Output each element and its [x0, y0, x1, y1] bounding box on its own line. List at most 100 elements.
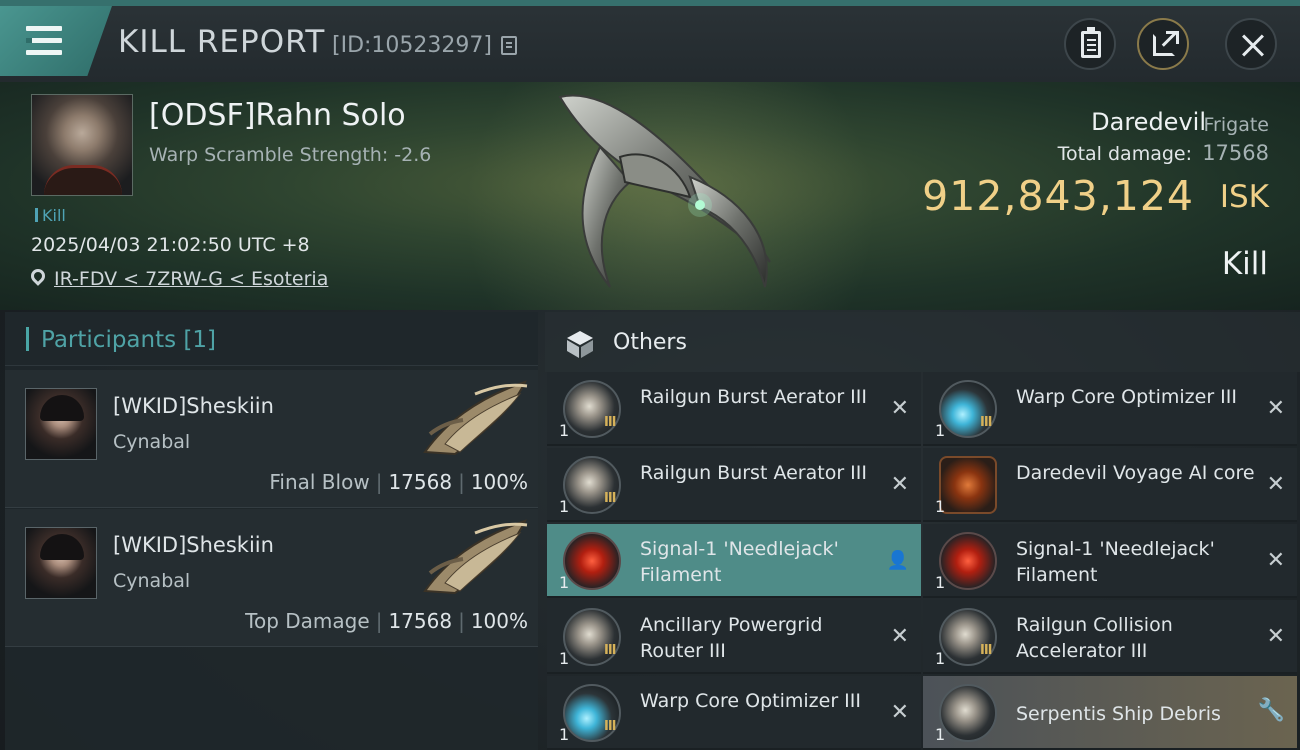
destroyed-icon: ✕ [1266, 624, 1285, 649]
kill-datetime: 2025/04/03 21:02:50 UTC +8 [31, 234, 310, 256]
item-card[interactable]: 1 III Railgun Burst Aerator III ✕ [547, 448, 921, 522]
warp-scramble-strength: Warp Scramble Strength: -2.6 [149, 144, 432, 166]
item-quantity: 1 [935, 421, 946, 440]
others-header: Others [545, 312, 1300, 372]
pilot-portrait[interactable] [25, 388, 97, 460]
item-meta-level: III [980, 643, 992, 658]
item-card[interactable]: 1 III Warp Core Optimizer III ✕ [547, 676, 921, 750]
item-name: Railgun Collision Accelerator III [1016, 614, 1173, 662]
item-quantity: 1 [559, 649, 570, 668]
kill-result: Kill [1221, 246, 1268, 282]
header-bar: KILL REPORT [ID:10523297] [0, 0, 1300, 82]
victim-name[interactable]: [ODSF]Rahn Solo [149, 98, 406, 133]
pilot-damage: 17568 [388, 470, 453, 494]
participant-row[interactable]: [WKID]Sheskiin Cynabal Top Damage | 17568 |… [5, 509, 538, 647]
item-quantity: 1 [935, 497, 946, 516]
copy-icon[interactable] [501, 36, 517, 55]
pilot-percent: 100% [470, 609, 528, 633]
item-name: Signal-1 'Needlejack' Filament [1016, 538, 1215, 586]
pilot-ship-name: Cynabal [113, 431, 191, 453]
item-card-highlighted[interactable]: 1 Signal-1 'Needlejack' Filament 👤 [547, 524, 921, 598]
pilot-percent: 100% [470, 470, 528, 494]
total-damage-value: 17568 [1202, 141, 1269, 165]
item-name: Railgun Burst Aerator III [640, 462, 867, 484]
destroyed-icon: ✕ [890, 624, 909, 649]
destroyed-icon: ✕ [890, 396, 909, 421]
item-quantity: 1 [559, 421, 570, 440]
item-quantity: 1 [935, 649, 946, 668]
clipboard-button[interactable] [1064, 18, 1116, 70]
pilot-ship-image[interactable] [415, 513, 533, 599]
destroyed-icon: ✕ [1266, 548, 1285, 573]
item-meta-level: III [980, 415, 992, 430]
item-meta-level: III [604, 719, 616, 734]
item-name: Ancillary Powergrid Router III [640, 614, 823, 662]
close-button[interactable] [1225, 18, 1277, 70]
item-name: Signal-1 'Needlejack' Filament [640, 538, 839, 586]
item-card[interactable]: 1 III Warp Core Optimizer III ✕ [923, 372, 1297, 446]
header-accent-line [0, 0, 1300, 6]
item-name: Serpentis Ship Debris [1016, 703, 1221, 725]
share-button[interactable] [1137, 18, 1189, 70]
victim-portrait[interactable] [31, 94, 133, 196]
item-card[interactable]: 1 III Railgun Burst Aerator III ✕ [547, 372, 921, 446]
item-card-salvage[interactable]: 1 Serpentis Ship Debris 🔧 [923, 676, 1297, 750]
item-quantity: 1 [559, 573, 570, 592]
pilot-name: [WKID]Sheskiin [113, 533, 274, 557]
victim-ship-name[interactable]: Daredevil [1091, 108, 1206, 136]
victim-ship-image[interactable] [540, 87, 800, 302]
item-quantity: 1 [559, 725, 570, 744]
participant-row[interactable]: [WKID]Sheskiin Cynabal Final Blow | 17568 |… [5, 370, 538, 508]
item-name: Railgun Burst Aerator III [640, 386, 867, 408]
destroyed-icon: ✕ [1266, 396, 1285, 421]
cube-icon [567, 331, 593, 358]
pilot-portrait[interactable] [25, 527, 97, 599]
others-title: Others [613, 330, 687, 355]
filament-icon [563, 532, 621, 590]
item-name: Daredevil Voyage AI core [1016, 462, 1255, 484]
total-damage-label: Total damage: [1057, 143, 1192, 165]
destroyed-icon: ✕ [890, 700, 909, 725]
participants-title: Participants [1] [41, 327, 216, 353]
pilot-stats: Top Damage | 17568 | 100% [245, 609, 528, 633]
pilot-ship-image[interactable] [415, 374, 533, 460]
participants-header: Participants [1] [5, 312, 538, 366]
share-arrow-icon [1160, 31, 1179, 49]
item-card[interactable]: 1 Signal-1 'Needlejack' Filament ✕ [923, 524, 1297, 598]
item-meta-level: III [604, 643, 616, 658]
person-icon: 👤 [886, 550, 909, 571]
participants-panel: Participants [1] [WKID]Sheskiin Cynabal … [5, 312, 538, 750]
location-pin-icon [28, 266, 48, 286]
item-quantity: 1 [935, 573, 946, 592]
item-name: Warp Core Optimizer III [1016, 386, 1237, 408]
item-meta-level: III [604, 491, 616, 506]
destroyed-icon: ✕ [890, 472, 909, 497]
item-card[interactable]: 1 Daredevil Voyage AI core ✕ [923, 448, 1297, 522]
clipboard-icon [1081, 27, 1101, 58]
item-card[interactable]: 1 III Railgun Collision Accelerator III … [923, 600, 1297, 674]
report-id: [ID:10523297] [332, 33, 492, 58]
pilot-name: [WKID]Sheskiin [113, 394, 274, 418]
isk-value: 912,843,124 [922, 172, 1194, 220]
item-name: Warp Core Optimizer III [640, 690, 861, 712]
pilot-role: Top Damage [245, 609, 370, 633]
kill-report-screen: KILL REPORT [ID:10523297] [ODSF]Rahn Sol… [0, 0, 1300, 750]
pilot-stats: Final Blow | 17568 | 100% [269, 470, 528, 494]
ship-debris-icon [939, 684, 997, 742]
destroyed-icon: ✕ [1266, 472, 1285, 497]
filament-icon [939, 532, 997, 590]
isk-unit: ISK [1219, 179, 1269, 215]
menu-button[interactable] [0, 6, 112, 76]
ai-core-icon [939, 456, 997, 514]
item-quantity: 1 [935, 725, 946, 744]
hamburger-icon [26, 26, 62, 56]
pilot-damage: 17568 [388, 609, 453, 633]
victim-ship-class: Frigate [1203, 114, 1269, 136]
item-meta-level: III [604, 415, 616, 430]
kill-location-link[interactable]: IR-FDV < 7ZRW-G < Esoteria [54, 268, 328, 290]
wrench-icon: 🔧 [1257, 698, 1285, 723]
item-card[interactable]: 1 III Ancillary Powergrid Router III ✕ [547, 600, 921, 674]
page-title: KILL REPORT [118, 24, 326, 60]
pilot-ship-name: Cynabal [113, 570, 191, 592]
item-quantity: 1 [559, 497, 570, 516]
